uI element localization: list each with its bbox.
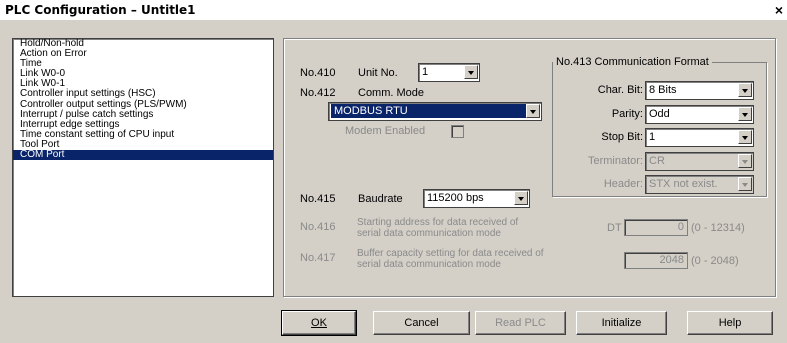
terminator-select[interactable]: CR bbox=[645, 152, 754, 171]
dt-range: (0 - 12314) bbox=[691, 222, 745, 234]
header-value: STX not exist. bbox=[649, 178, 718, 190]
dt-address-field[interactable]: 0 bbox=[624, 219, 688, 236]
no416-description-line1: Starting address for data received of bbox=[357, 217, 519, 228]
comm-mode-select[interactable]: MODBUS RTU bbox=[328, 102, 542, 121]
buffer-capacity-range: (0 - 2048) bbox=[691, 255, 739, 267]
list-item-action-on-error[interactable]: Action on Error bbox=[13, 48, 273, 59]
parity-label: Parity: bbox=[611, 108, 643, 120]
chevron-down-icon[interactable] bbox=[526, 104, 540, 118]
terminator-label: Terminator: bbox=[587, 155, 643, 167]
no417-description-line1: Buffer capacity setting for data receive… bbox=[357, 248, 544, 259]
communication-format-legend: No.413 Communication Format bbox=[553, 56, 712, 68]
help-button-label: Help bbox=[718, 317, 742, 329]
initialize-button-label: Initialize bbox=[601, 317, 642, 329]
comm-mode-label: Comm. Mode bbox=[358, 87, 425, 99]
title-bar: PLC Configuration – Untitle1 × bbox=[0, 0, 787, 20]
dt-address-value: 0 bbox=[677, 221, 684, 233]
no410-label: No.410 bbox=[300, 67, 336, 79]
comm-mode-value: MODBUS RTU bbox=[331, 104, 532, 118]
unit-no-label: Unit No. bbox=[358, 67, 398, 79]
header-select[interactable]: STX not exist. bbox=[645, 175, 754, 194]
no412-label: No.412 bbox=[300, 87, 336, 99]
chevron-down-icon[interactable] bbox=[738, 107, 752, 121]
unit-no-value: 1 bbox=[422, 66, 429, 78]
buffer-capacity-field[interactable]: 2048 bbox=[624, 252, 688, 269]
stop-bit-label: Stop Bit: bbox=[601, 131, 643, 143]
initialize-button[interactable]: Initialize bbox=[576, 311, 667, 335]
no415-label: No.415 bbox=[300, 193, 336, 205]
settings-category-list[interactable]: Hold/Non-hold Action on Error Time Link … bbox=[12, 38, 274, 297]
baudrate-label: Baudrate bbox=[358, 193, 403, 205]
no417-label: No.417 bbox=[300, 252, 336, 264]
baudrate-value: 115200 bps bbox=[427, 192, 484, 204]
char-bit-value: 8 Bits bbox=[649, 84, 677, 96]
chevron-down-icon[interactable] bbox=[514, 191, 528, 205]
chevron-down-icon[interactable] bbox=[738, 177, 752, 191]
parity-select[interactable]: Odd bbox=[645, 105, 754, 124]
cancel-button[interactable]: Cancel bbox=[373, 311, 470, 335]
char-bit-select[interactable]: 8 Bits bbox=[645, 81, 754, 100]
ok-button-label: OK bbox=[311, 317, 327, 329]
modem-enabled-checkbox[interactable] bbox=[451, 125, 464, 138]
terminator-value: CR bbox=[649, 155, 665, 167]
stop-bit-value: 1 bbox=[649, 131, 656, 143]
stop-bit-select[interactable]: 1 bbox=[645, 128, 754, 147]
help-button[interactable]: Help bbox=[687, 311, 773, 335]
char-bit-label: Char. Bit: bbox=[597, 84, 643, 96]
parity-value: Odd bbox=[649, 108, 670, 120]
baudrate-select[interactable]: 115200 bps bbox=[423, 189, 530, 208]
chevron-down-icon[interactable] bbox=[738, 154, 752, 168]
window-title: PLC Configuration – Untitle1 bbox=[5, 3, 196, 17]
cancel-button-label: Cancel bbox=[404, 317, 439, 329]
no416-label: No.416 bbox=[300, 221, 336, 233]
chevron-down-icon[interactable] bbox=[464, 65, 478, 79]
chevron-down-icon[interactable] bbox=[738, 130, 752, 144]
unit-no-select[interactable]: 1 bbox=[418, 63, 480, 82]
read-plc-button[interactable]: Read PLC bbox=[475, 311, 566, 335]
chevron-down-icon[interactable] bbox=[738, 83, 752, 97]
no416-description-line2: serial data communication mode bbox=[357, 228, 501, 239]
ok-button[interactable]: OK bbox=[281, 310, 357, 336]
close-icon[interactable]: × bbox=[775, 2, 783, 18]
read-plc-button-label: Read PLC bbox=[495, 317, 546, 329]
modem-enabled-label: Modem Enabled bbox=[345, 125, 426, 137]
buffer-capacity-value: 2048 bbox=[659, 254, 684, 266]
header-label: Header: bbox=[603, 178, 643, 190]
no417-description-line2: serial data communication mode bbox=[357, 259, 501, 270]
dt-label: DT bbox=[607, 222, 622, 234]
list-item-com-port[interactable]: COM Port bbox=[13, 149, 273, 161]
